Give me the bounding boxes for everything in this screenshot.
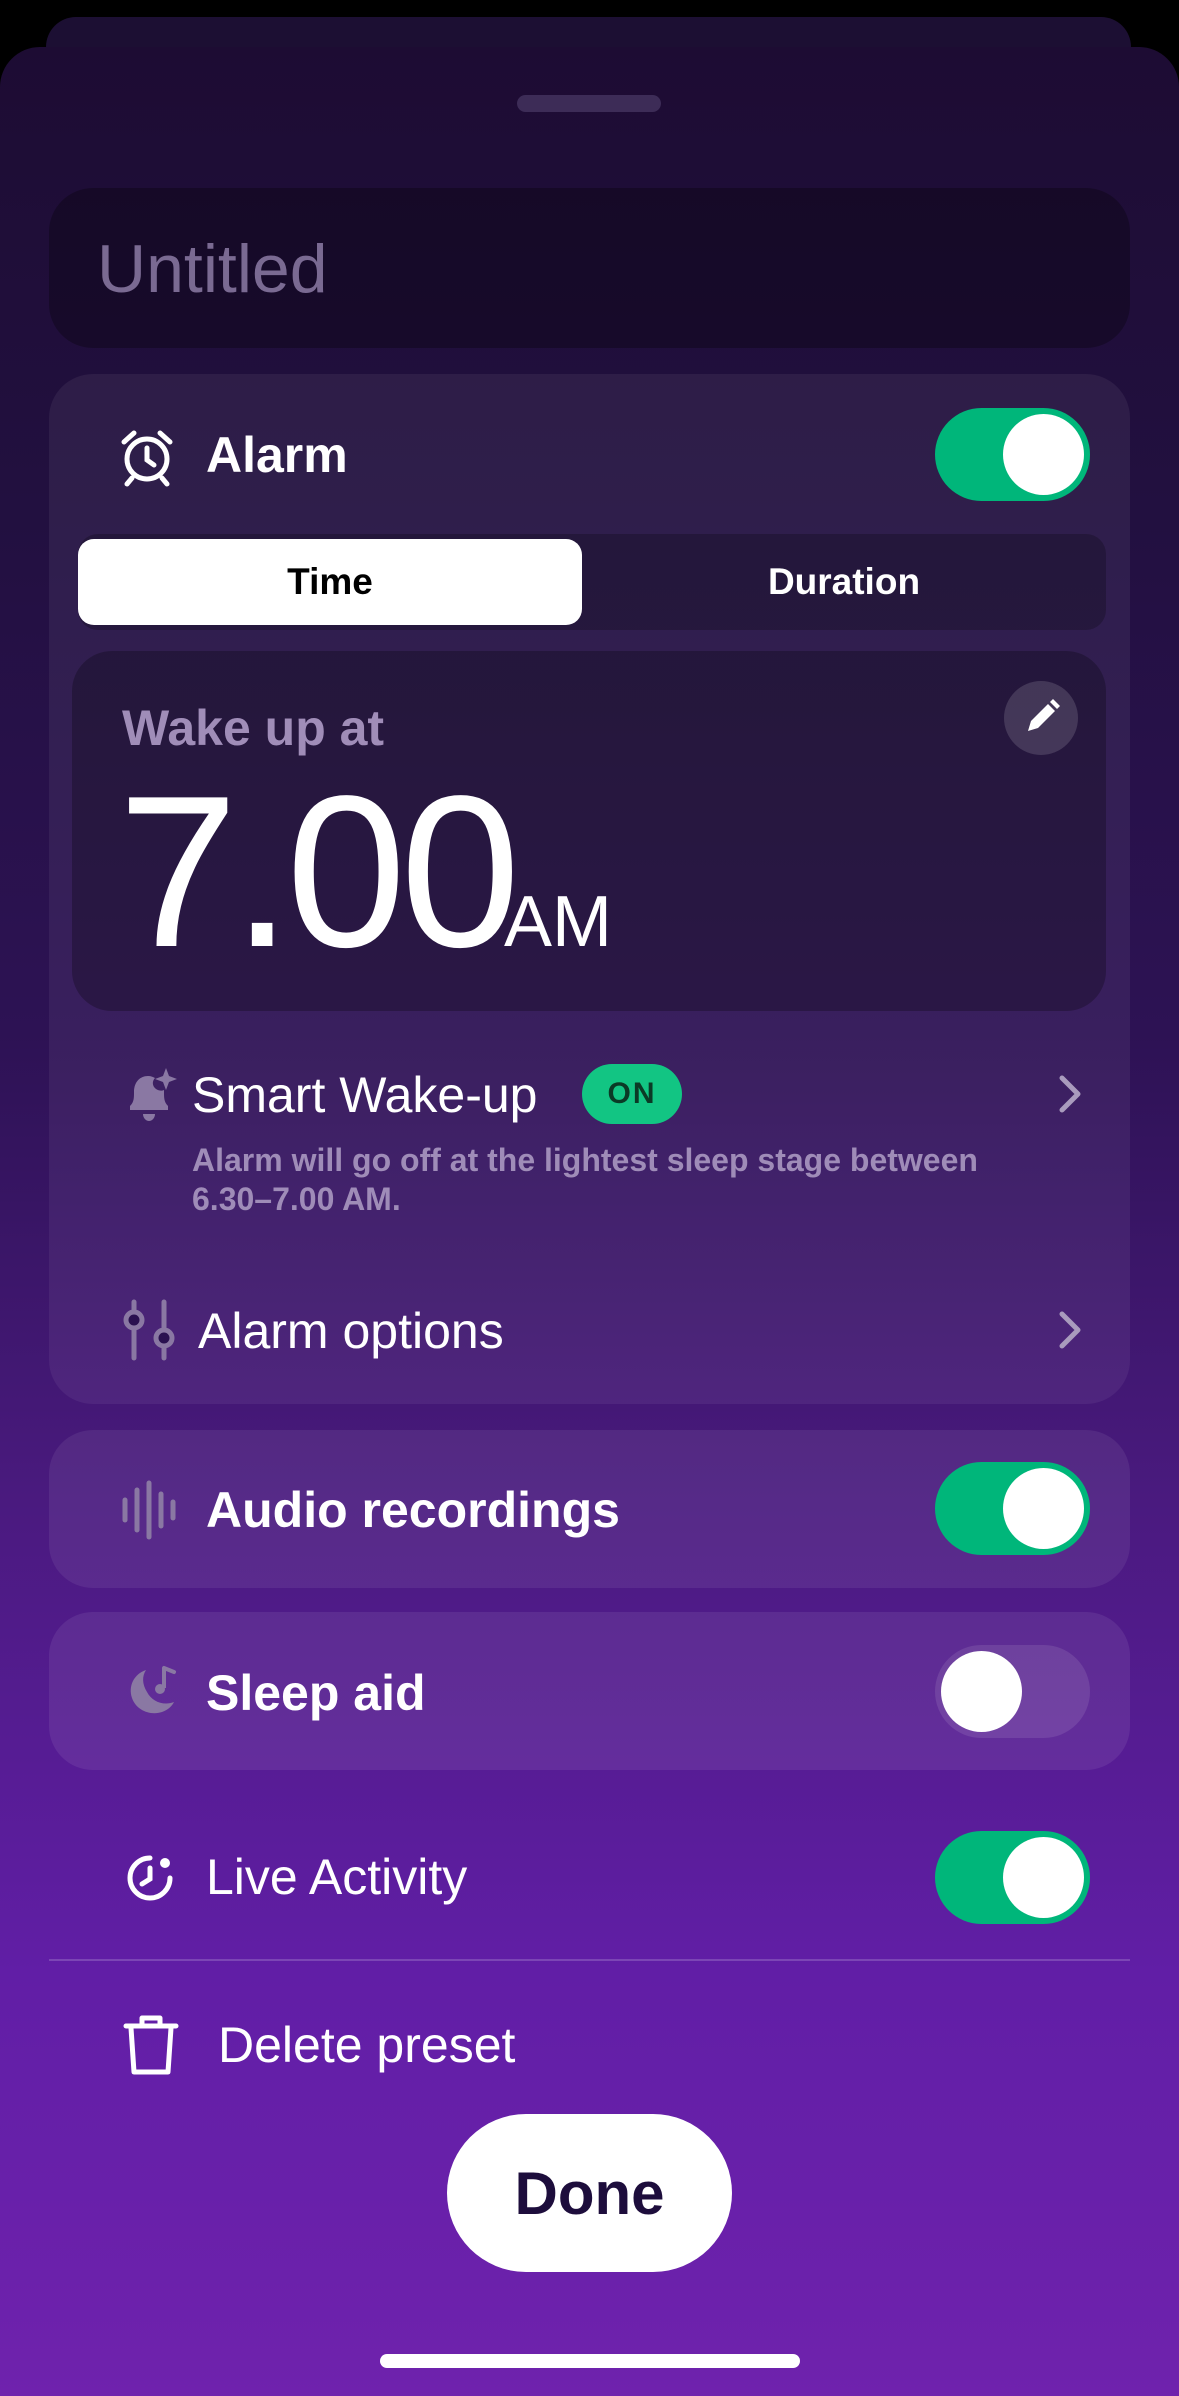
title-placeholder[interactable]: Untitled [97, 230, 328, 308]
trash-icon [123, 2015, 179, 2075]
pencil-icon [1028, 699, 1060, 731]
tab-time[interactable]: Time [78, 539, 582, 625]
sleep-aid-toggle[interactable] [935, 1645, 1090, 1738]
smart-bell-icon [130, 1068, 177, 1121]
preset-title-field[interactable]: Untitled [49, 188, 1130, 348]
smart-wakeup-description: Alarm will go off at the lightest sleep … [192, 1142, 978, 1217]
smart-wakeup-label[interactable]: Smart Wake-up [192, 1066, 537, 1124]
smart-wakeup-status-badge: ON [582, 1064, 682, 1124]
chevron-right-icon[interactable] [1054, 1308, 1086, 1352]
sliders-icon [123, 1299, 175, 1361]
wake-time-value: 7.00 [118, 750, 520, 992]
wake-time-period: AM [504, 882, 612, 962]
wake-up-label: Wake up at [122, 700, 385, 756]
alarm-options-label[interactable]: Alarm options [198, 1302, 504, 1360]
alarm-clock-icon [121, 430, 173, 487]
delete-preset-button[interactable]: Delete preset [218, 2016, 515, 2074]
divider [49, 1959, 1130, 1961]
moon-music-icon [130, 1666, 176, 1714]
audio-recordings-toggle-knob [1003, 1468, 1084, 1549]
alarm-mode-segmented-control: Time Duration [78, 534, 1106, 630]
live-activity-label: Live Activity [206, 1849, 468, 1905]
wake-time-display[interactable]: Wake up at 7.00 AM [72, 651, 1106, 1011]
live-activity-toggle[interactable] [935, 1831, 1090, 1924]
live-activity-toggle-knob [1003, 1837, 1084, 1918]
alarm-toggle[interactable] [935, 408, 1090, 501]
sheet-grabber[interactable] [517, 95, 661, 112]
done-button[interactable]: Done [447, 2114, 732, 2272]
live-activity-icon [127, 1855, 173, 1901]
audio-recordings-label: Audio recordings [206, 1482, 620, 1538]
alarm-toggle-knob [1003, 414, 1084, 495]
sleep-aid-toggle-knob [941, 1651, 1022, 1732]
alarm-label: Alarm [206, 427, 348, 483]
sleep-aid-label: Sleep aid [206, 1665, 426, 1721]
tab-duration[interactable]: Duration [588, 539, 1100, 625]
chevron-right-icon[interactable] [1054, 1072, 1086, 1116]
waveform-icon [122, 1480, 176, 1540]
screen: Untitled Alarm Time Duration Wake up at … [0, 0, 1179, 2396]
home-indicator[interactable] [380, 2354, 800, 2368]
edit-time-button[interactable] [1004, 681, 1078, 755]
audio-recordings-toggle[interactable] [935, 1462, 1090, 1555]
